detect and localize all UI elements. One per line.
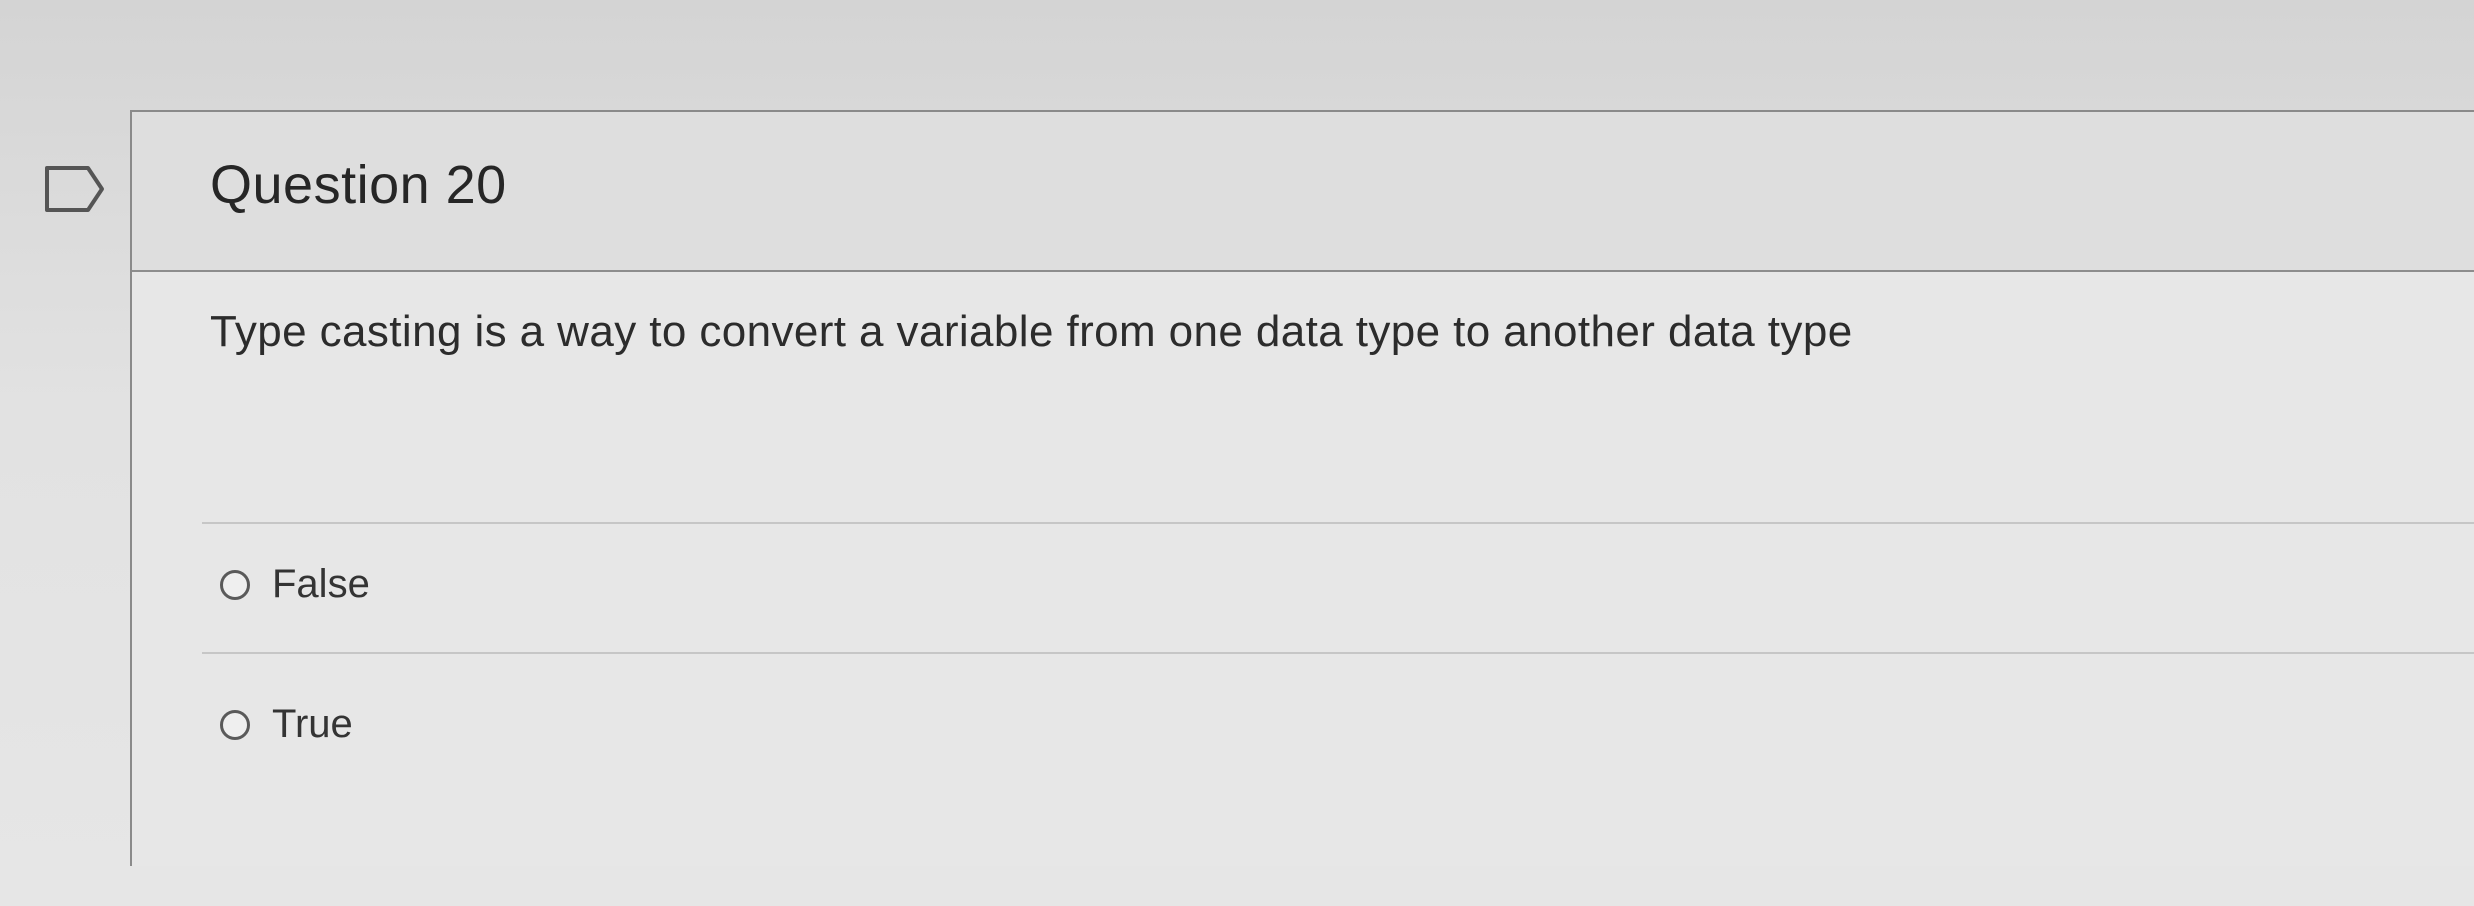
question-text: Type casting is a way to convert a varia… xyxy=(210,307,1853,356)
question-card: Question 20 Type casting is a way to con… xyxy=(130,110,2474,866)
answer-option-false[interactable]: False xyxy=(220,562,370,607)
radio-button-true[interactable] xyxy=(220,709,250,740)
question-header: Question 20 xyxy=(132,112,2474,272)
flag-question-icon[interactable] xyxy=(44,165,106,213)
question-title: Question 20 xyxy=(210,155,507,215)
answer-option-true[interactable]: True xyxy=(220,702,353,747)
radio-button-false[interactable] xyxy=(220,569,250,600)
answer-divider xyxy=(202,522,2474,524)
answer-divider xyxy=(202,652,2474,654)
answer-label-true: True xyxy=(272,702,353,746)
answer-label-false: False xyxy=(272,562,370,606)
question-body xyxy=(132,272,2474,866)
